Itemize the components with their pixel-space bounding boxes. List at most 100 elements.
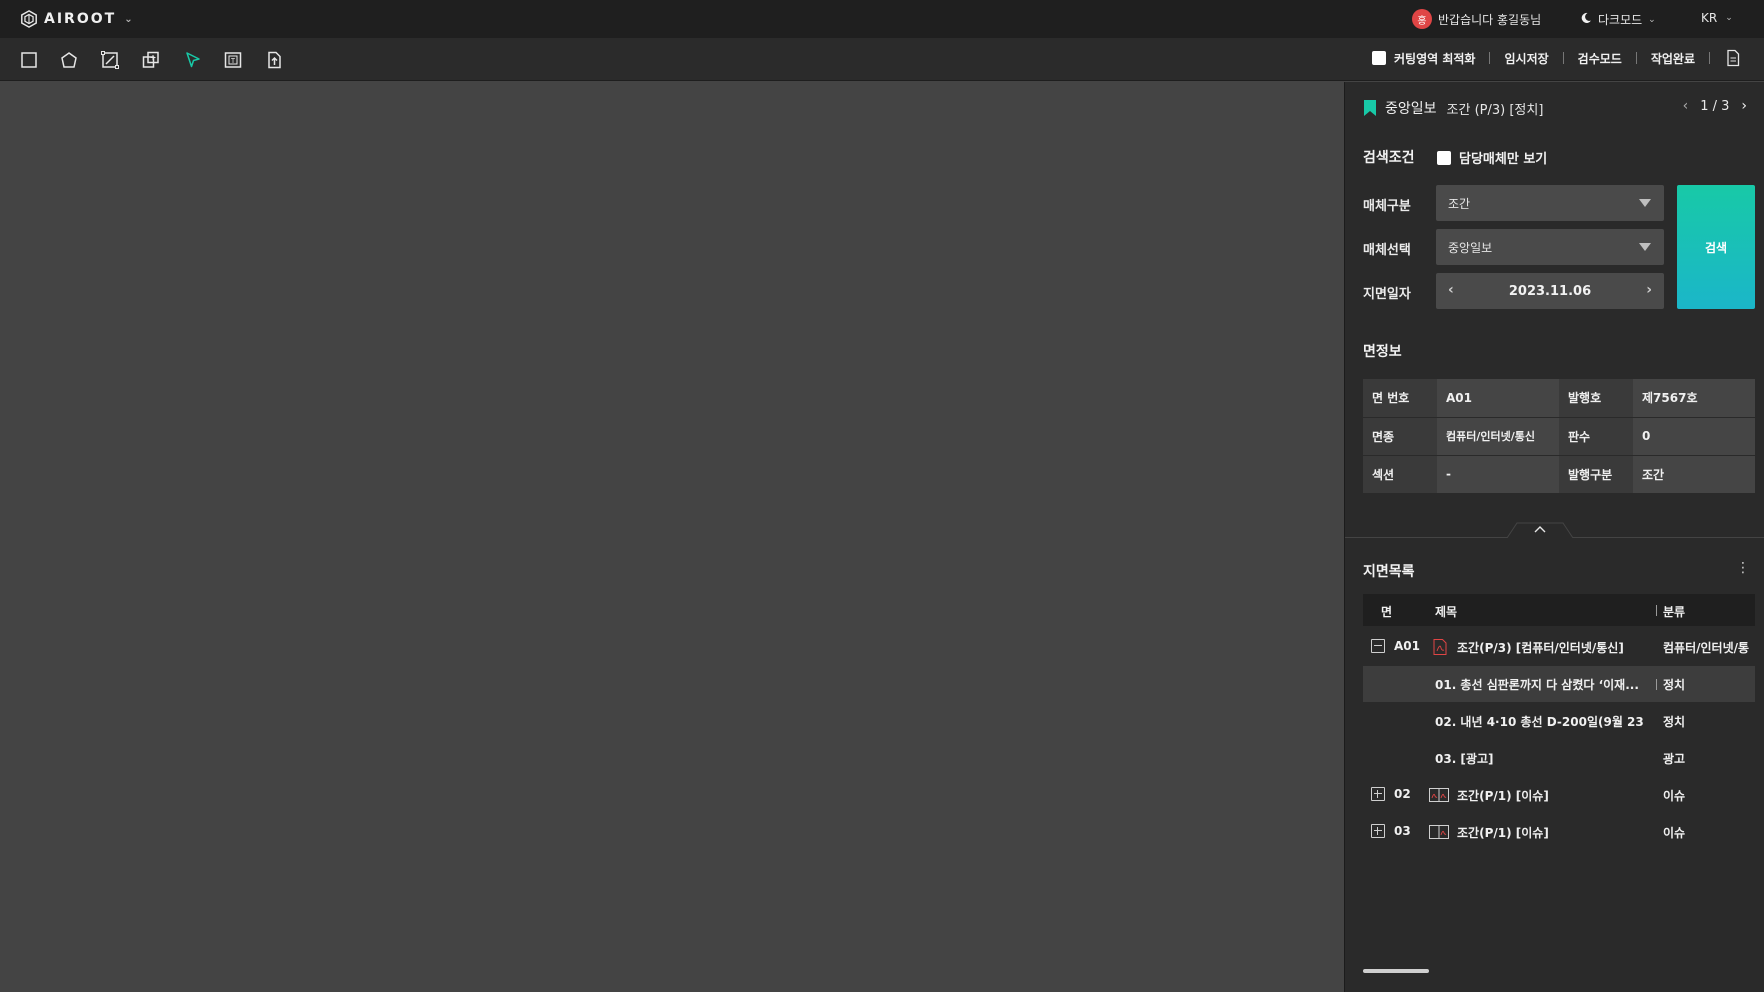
media-select-label: 매체선택 [1363, 243, 1411, 258]
user-greeting[interactable]: 홍 반갑습니다 홍길동님 [1412, 9, 1541, 29]
cutting-optimize-checkbox[interactable] [1372, 51, 1387, 65]
moon-icon [1580, 12, 1592, 27]
bookmark-icon[interactable] [1363, 99, 1377, 117]
column-page: 면 [1381, 605, 1393, 619]
divider [1709, 52, 1710, 64]
polygon-tool-icon[interactable] [58, 49, 80, 71]
work-canvas[interactable] [0, 82, 1344, 992]
list-item[interactable]: A01 조간(P/3) [컴퓨터/인터넷/통신] 컴퓨터/인터넷/통 [1363, 629, 1755, 665]
pdf-spread-icon [1429, 825, 1449, 839]
paper-name: 중앙일보 [1385, 101, 1437, 117]
info-value: 제7567호 [1633, 379, 1755, 418]
info-row: 면종 컴퓨터/인터넷/통신 판수 0 [1363, 417, 1755, 456]
darkmode-toggle[interactable]: 다크모드 ⌄ [1580, 11, 1656, 28]
row-page: A01 [1394, 639, 1420, 653]
rectangle-tool-icon[interactable] [18, 49, 40, 71]
page-info-table: 면 번호 A01 발행호 제7567호 면종 컴퓨터/인터넷/통신 판수 0 섹… [1363, 379, 1755, 494]
svg-text:T: T [231, 58, 236, 65]
more-vertical-icon[interactable]: ⋮ [1736, 560, 1750, 576]
info-value: 0 [1633, 417, 1755, 456]
chevron-down-icon: ⌄ [1648, 14, 1656, 25]
info-key: 섹션 [1363, 455, 1437, 494]
text-box-icon[interactable]: T [222, 49, 244, 71]
info-row: 면 번호 A01 발행호 제7567호 [1363, 379, 1755, 418]
divider [1635, 52, 1637, 64]
chevron-right-icon[interactable]: › [1646, 282, 1652, 298]
media-select-value: 중앙일보 [1448, 240, 1493, 255]
chevron-left-icon[interactable]: ‹ [1683, 98, 1689, 114]
horizontal-scrollbar[interactable] [1363, 969, 1429, 973]
list-item[interactable]: 03 조간(P/1) [이슈] 이슈 [1363, 814, 1755, 850]
info-key: 발행호 [1559, 379, 1633, 418]
export-icon[interactable] [263, 49, 285, 71]
toolbar: T 커팅영역 최적화 임시저장 검수모드 작업완료 [0, 38, 1764, 81]
list-item[interactable]: 02 조간(P/1) [이슈] 이슈 [1363, 777, 1755, 813]
divider [1562, 52, 1564, 64]
app-logo[interactable]: AIROOT ⌄ [20, 10, 135, 28]
row-title: 조간(P/1) [이슈] [1457, 789, 1549, 803]
review-mode-button[interactable]: 검수모드 [1578, 50, 1622, 67]
top-bar: AIROOT ⌄ 홍 반갑습니다 홍길동님 다크모드 ⌄ KR ⌄ [0, 0, 1764, 38]
greeting-text: 반갑습니다 홍길동님 [1438, 12, 1542, 27]
row-title: 02. 내년 4·10 총선 D-200일(9월 23 [1435, 715, 1644, 729]
info-key: 판수 [1559, 417, 1633, 456]
info-value: 컴퓨터/인터넷/통신 [1437, 417, 1559, 456]
temp-save-button[interactable]: 임시저장 [1504, 50, 1548, 67]
column-category: 분류 [1663, 605, 1686, 619]
search-button[interactable]: 검색 [1677, 185, 1755, 309]
info-value: - [1437, 455, 1559, 494]
expand-plus-icon[interactable] [1371, 824, 1385, 838]
document-icon[interactable] [1724, 49, 1742, 67]
chevron-down-icon: ⌄ [1725, 13, 1733, 23]
cutting-optimize-label[interactable]: 커팅영역 최적화 [1394, 50, 1475, 67]
search-title: 검색조건 [1363, 150, 1415, 166]
side-panel: 중앙일보 조간 (P/3) [정치] ‹ 1 / 3 › 검색조건 담당매체만 … [1344, 82, 1764, 992]
page-indicator: 1 / 3 [1700, 98, 1730, 114]
row-title: 조간(P/1) [이슈] [1457, 826, 1549, 840]
chevron-down-icon[interactable]: ⌄ [124, 14, 134, 25]
row-category: 정치 [1663, 715, 1686, 729]
info-key: 면 번호 [1363, 379, 1437, 418]
page-info-title: 면정보 [1363, 344, 1402, 360]
only-mine-label: 담당매체만 보기 [1459, 152, 1548, 167]
date-value: 2023.11.06 [1508, 283, 1592, 299]
chevron-left-icon[interactable]: ‹ [1448, 282, 1454, 298]
logo-text: AIROOT [44, 11, 117, 27]
chevron-right-icon[interactable]: › [1741, 98, 1747, 114]
panel-header: 중앙일보 조간 (P/3) [정치] ‹ 1 / 3 › [1363, 98, 1747, 118]
row-page: 03 [1394, 824, 1411, 838]
only-mine-checkbox[interactable] [1437, 150, 1451, 165]
divider [1489, 52, 1491, 64]
list-item[interactable]: 03. [광고] 광고 [1363, 740, 1755, 776]
media-type-label: 매체구분 [1363, 199, 1411, 214]
crop-edit-icon[interactable] [99, 49, 121, 71]
info-value: 조간 [1633, 455, 1755, 494]
only-mine-toggle[interactable]: 담당매체만 보기 [1437, 148, 1547, 167]
info-key: 발행구분 [1559, 455, 1633, 494]
info-value: A01 [1437, 379, 1559, 418]
language-select[interactable]: KR ⌄ [1701, 11, 1733, 25]
row-category: 정치 [1663, 678, 1686, 692]
select-cursor-icon[interactable] [182, 49, 204, 71]
page-list-title: 지면목록 [1363, 564, 1415, 580]
list-item[interactable]: 02. 내년 4·10 총선 D-200일(9월 23 정치 [1363, 703, 1755, 739]
date-label: 지면일자 [1363, 287, 1411, 302]
pdf-spread-icon [1429, 788, 1449, 802]
dropdown-arrow-icon [1639, 199, 1651, 207]
collapse-minus-icon[interactable] [1371, 639, 1385, 653]
column-divider [1656, 605, 1657, 616]
media-type-value: 조간 [1448, 196, 1471, 211]
date-picker[interactable]: ‹ 2023.11.06 › [1436, 273, 1664, 309]
avatar: 홍 [1412, 9, 1432, 29]
row-page: 02 [1394, 787, 1411, 801]
copy-area-icon[interactable] [140, 49, 162, 71]
airoot-logo-icon [21, 10, 37, 28]
list-item[interactable]: 01. 총선 심판론까지 다 삼켰다 ‘이재... 정치 [1363, 666, 1755, 702]
column-divider [1656, 679, 1657, 690]
expand-plus-icon[interactable] [1371, 787, 1385, 801]
collapse-toggle-icon[interactable] [1507, 522, 1573, 538]
media-type-select[interactable]: 조간 [1436, 185, 1664, 221]
complete-button[interactable]: 작업완료 [1651, 50, 1695, 67]
media-select[interactable]: 중앙일보 [1436, 229, 1664, 265]
pager: ‹ 1 / 3 › [1683, 98, 1747, 114]
